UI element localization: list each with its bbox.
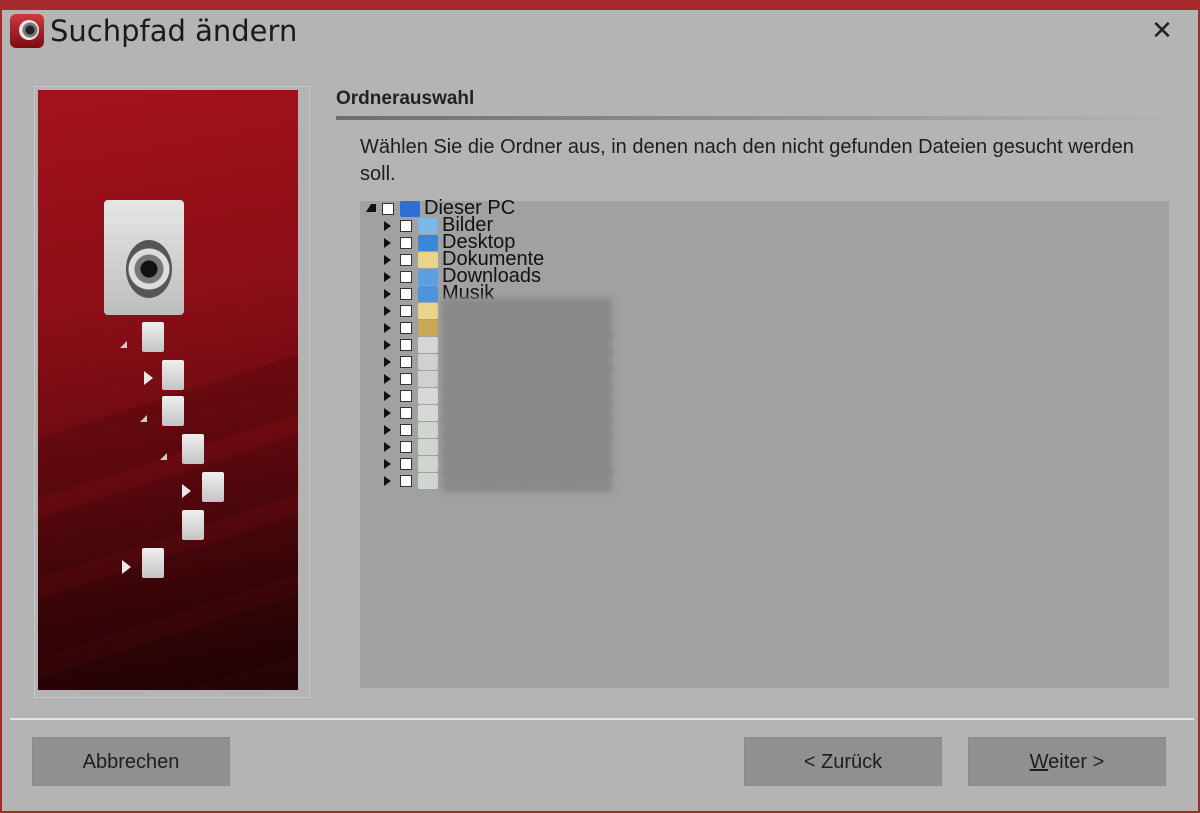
folder-icon (162, 396, 184, 426)
folder-tree[interactable]: Dieser PC Bilder Desktop Dokumente Downloads… (360, 198, 1169, 688)
documents-folder-icon (418, 252, 438, 268)
expand-arrow-icon (122, 560, 131, 574)
dvd-drive-icon (418, 405, 438, 421)
node-checkbox[interactable] (400, 339, 412, 351)
expand-arrow-icon[interactable] (384, 476, 391, 486)
node-checkbox[interactable] (400, 373, 412, 385)
next-button-label: eiter > (1048, 751, 1105, 773)
expand-arrow-icon[interactable] (384, 442, 391, 452)
expand-arrow-icon[interactable] (384, 306, 391, 316)
node-checkbox[interactable] (400, 356, 412, 368)
expand-arrow-icon[interactable] (384, 357, 391, 367)
node-checkbox[interactable] (400, 458, 412, 470)
desktop-folder-icon (418, 235, 438, 251)
node-checkbox[interactable] (400, 288, 412, 300)
title-bar[interactable]: Suchpfad ändern ✕ (2, 10, 1198, 54)
folder-icon (182, 434, 204, 464)
node-label: ████████████ (442, 469, 613, 491)
node-checkbox[interactable] (400, 424, 412, 436)
collapse-arrow-icon (140, 408, 147, 422)
windows-drive-icon (418, 337, 438, 353)
expand-arrow-icon[interactable] (384, 289, 391, 299)
network-drive-icon (418, 456, 438, 472)
folder-with-lens-icon (104, 200, 184, 315)
expand-arrow-icon[interactable] (384, 255, 391, 265)
folder-icon (142, 322, 164, 352)
heading-divider (336, 116, 1176, 120)
network-drive-icon (418, 422, 438, 438)
node-checkbox[interactable] (400, 407, 412, 419)
node-checkbox[interactable] (382, 203, 394, 215)
cancel-button[interactable]: Abbrechen (32, 737, 230, 786)
dialog-window: Suchpfad ändern ✕ Ordnerauswahl Wählen S… (0, 0, 1200, 813)
node-checkbox[interactable] (400, 237, 412, 249)
expand-arrow-icon[interactable] (384, 221, 391, 231)
wizard-illustration (38, 90, 298, 690)
footer-divider (10, 718, 1194, 720)
expand-arrow-icon[interactable] (384, 391, 391, 401)
node-checkbox[interactable] (400, 305, 412, 317)
drive-icon (418, 371, 438, 387)
music-folder-icon (418, 286, 438, 302)
folder-icon (142, 548, 164, 578)
expand-arrow-icon[interactable] (384, 340, 391, 350)
expand-arrow-icon (182, 484, 191, 498)
videos-folder-icon (418, 320, 438, 336)
tree-node[interactable]: ████████████ (360, 469, 1160, 491)
node-checkbox[interactable] (400, 441, 412, 453)
collapse-arrow-icon (160, 446, 167, 460)
node-checkbox[interactable] (400, 271, 412, 283)
back-button[interactable]: < Zurück (744, 737, 942, 786)
section-heading: Ordnerauswahl (336, 88, 475, 109)
expand-arrow-icon (144, 371, 153, 385)
folder-icon (202, 472, 224, 502)
node-checkbox[interactable] (400, 475, 412, 487)
next-button[interactable]: Weiter > (968, 737, 1166, 786)
node-checkbox[interactable] (400, 254, 412, 266)
expand-arrow-icon[interactable] (384, 374, 391, 384)
node-checkbox[interactable] (400, 390, 412, 402)
drive-icon (418, 354, 438, 370)
expand-arrow-icon[interactable] (384, 238, 391, 248)
node-checkbox[interactable] (400, 322, 412, 334)
pictures-folder-icon (418, 218, 438, 234)
next-button-mnemonic: W (1029, 751, 1049, 773)
collapse-arrow-icon (120, 334, 127, 348)
bd-drive-icon (418, 388, 438, 404)
computer-icon (400, 201, 420, 217)
expand-arrow-icon[interactable] (384, 425, 391, 435)
downloads-folder-icon (418, 269, 438, 285)
folder-icon (182, 510, 204, 540)
close-button[interactable]: ✕ (1150, 17, 1174, 43)
network-drive-icon (418, 473, 438, 489)
network-drive-icon (418, 439, 438, 455)
expand-arrow-icon[interactable] (384, 459, 391, 469)
wizard-illustration-frame (34, 86, 310, 698)
node-checkbox[interactable] (400, 220, 412, 232)
expand-arrow-icon[interactable] (384, 408, 391, 418)
folder-icon (418, 303, 438, 319)
collapse-arrow-icon[interactable] (366, 204, 376, 212)
app-logo-icon (10, 14, 44, 48)
window-title: Suchpfad ändern (50, 14, 298, 48)
folder-icon (162, 360, 184, 390)
expand-arrow-icon[interactable] (384, 272, 391, 282)
instruction-text: Wählen Sie die Ordner aus, in denen nach… (360, 136, 1134, 185)
expand-arrow-icon[interactable] (384, 323, 391, 333)
